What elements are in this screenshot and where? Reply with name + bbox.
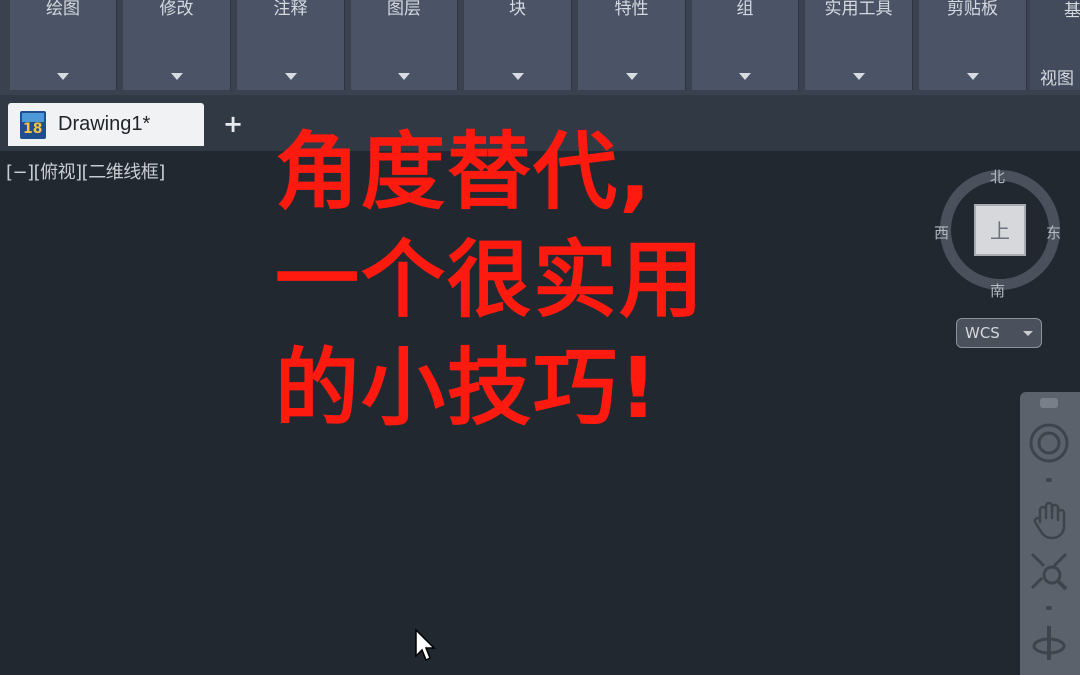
dropdown-arrow-icon[interactable] — [57, 73, 69, 80]
dropdown-arrow-icon[interactable] — [511, 73, 524, 80]
ribbon-panel-annotate[interactable]: 注释 — [237, 0, 345, 90]
ribbon-panel-label: 组 — [736, 0, 754, 19]
dropdown-arrow-icon[interactable] — [625, 73, 638, 80]
ribbon-panel-label: 绘图 — [46, 0, 80, 19]
mouse-cursor-icon — [415, 628, 436, 662]
new-tab-plus-icon[interactable]: + — [218, 110, 248, 140]
dropdown-arrow-icon[interactable] — [739, 73, 751, 80]
ribbon-panel-clipboard[interactable]: 剪贴板 — [919, 0, 1027, 90]
navbar-separator — [1046, 478, 1052, 482]
ribbon-panel-label: 实用工具 — [824, 0, 893, 19]
ribbon-panel-label: 剪贴板 — [947, 0, 998, 19]
app-icon-number: 18 — [23, 120, 43, 137]
ribbon-panel-properties[interactable]: 特性 — [578, 0, 686, 90]
ribbon: 绘图 修改 注释 图层 块 特性 组 实用工具 剪贴板 基 视图 — [0, 0, 1080, 95]
dropdown-arrow-icon[interactable] — [966, 73, 979, 80]
ribbon-panel-view[interactable]: 基 视图 — [1030, 0, 1080, 90]
tab-title: Drawing1* — [58, 113, 151, 135]
viewport-controls-label[interactable]: [−][俯视][二维线框] — [6, 158, 165, 184]
overlay-caption: 角度替代, 一个很实用 的小技巧! — [275, 118, 915, 442]
zoom-extents-icon[interactable] — [1026, 548, 1072, 594]
navbar-separator — [1046, 606, 1052, 610]
tab-drawing1[interactable]: 18 Drawing1* — [8, 103, 204, 146]
compass-west[interactable]: 西 — [934, 222, 949, 243]
ribbon-panel-base-label: 基 — [1064, 1, 1080, 21]
wcs-dropdown[interactable]: WCS — [956, 318, 1042, 348]
ribbon-panel-layers[interactable]: 图层 — [351, 0, 458, 90]
navigation-bar — [1020, 392, 1080, 675]
ribbon-panel-label: 修改 — [159, 0, 194, 19]
viewcube-top-face[interactable]: 上 — [974, 204, 1026, 256]
dropdown-arrow-icon[interactable] — [852, 73, 865, 80]
dropdown-arrow-icon[interactable] — [398, 73, 410, 80]
dropdown-arrow-icon[interactable] — [170, 73, 183, 80]
ribbon-panel-utilities[interactable]: 实用工具 — [805, 0, 913, 90]
dropdown-arrow-icon[interactable] — [284, 73, 297, 80]
pan-hand-icon[interactable] — [1026, 496, 1072, 542]
wcs-label: WCS — [965, 324, 1000, 342]
overlay-line-3: 的小技巧! — [275, 339, 660, 437]
ribbon-panel-label: 图层 — [387, 0, 421, 19]
orbit-icon[interactable] — [1026, 620, 1072, 666]
ribbon-panel-block[interactable]: 块 — [464, 0, 572, 90]
ribbon-panel-label: 块 — [509, 0, 526, 19]
chevron-down-icon — [1023, 331, 1033, 336]
steering-wheel-icon[interactable] — [1026, 420, 1072, 466]
ribbon-panel-view-label: 视图 — [1040, 69, 1074, 89]
overlay-line-1: 角度替代, — [275, 123, 653, 221]
ribbon-panel-draw[interactable]: 绘图 — [10, 0, 117, 90]
compass-south[interactable]: 南 — [990, 280, 1005, 301]
compass-north[interactable]: 北 — [990, 166, 1005, 187]
compass-east[interactable]: 东 — [1046, 222, 1061, 243]
ribbon-panel-label: 注释 — [273, 0, 308, 19]
ribbon-panel-groups[interactable]: 组 — [692, 0, 799, 90]
overlay-line-2: 一个很实用 — [275, 231, 706, 329]
navbar-handle[interactable] — [1040, 398, 1058, 408]
ribbon-panel-modify[interactable]: 修改 — [123, 0, 231, 90]
app-icon: 18 — [20, 110, 46, 139]
ribbon-panel-label: 特性 — [614, 0, 649, 19]
